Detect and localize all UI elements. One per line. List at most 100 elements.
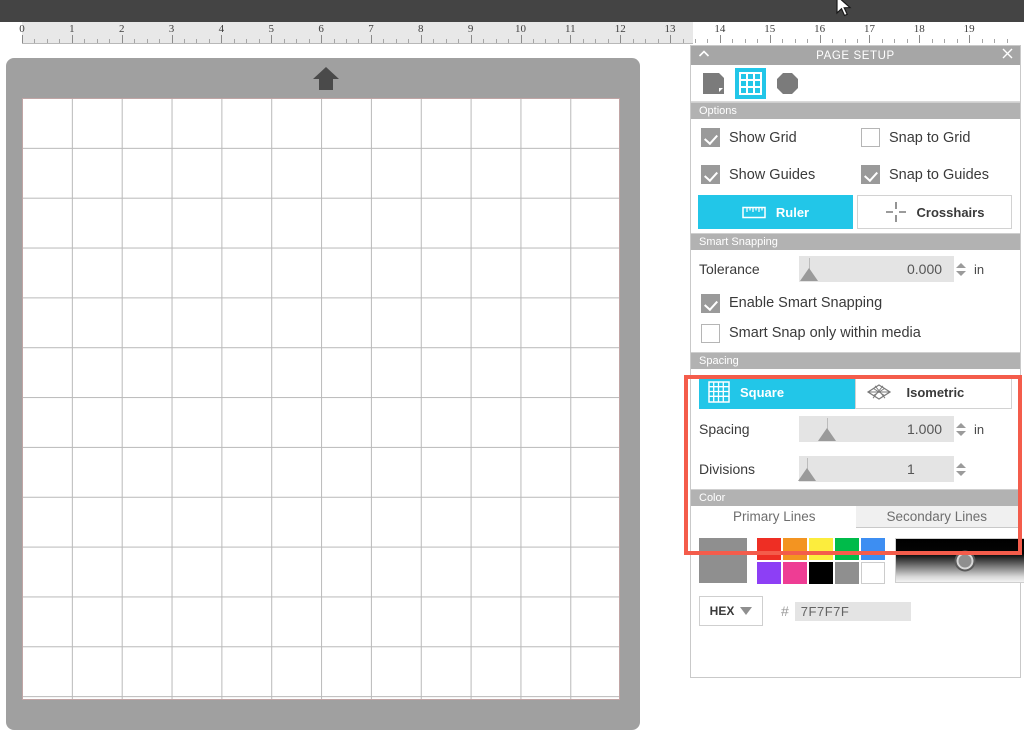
grid-mode-row: Square Isometric — [691, 369, 1020, 409]
ruler-label: 19 — [963, 23, 975, 35]
ruler-label: 11 — [565, 23, 576, 35]
grid-tab[interactable] — [735, 67, 766, 99]
enable-smart-snapping-checkbox[interactable]: Enable Smart Snapping — [701, 293, 882, 313]
color-swatch[interactable] — [757, 562, 781, 584]
up-arrow-icon — [313, 67, 339, 90]
ruler-tick-minor — [906, 39, 908, 43]
tolerance-slider[interactable] — [799, 256, 899, 282]
mouse-pointer-arrow-icon — [836, 0, 852, 17]
color-swatch[interactable] — [783, 538, 807, 560]
tolerance-stepper[interactable] — [954, 256, 968, 282]
divisions-stepper[interactable] — [954, 456, 968, 482]
color-swatch[interactable] — [757, 538, 781, 560]
ruler-tick-minor — [632, 39, 634, 43]
close-icon[interactable] — [1000, 47, 1014, 63]
ruler-tick-minor — [184, 39, 185, 43]
color-gradient-field[interactable] — [895, 538, 1024, 583]
tab-primary-lines[interactable]: Primary Lines — [693, 506, 856, 528]
spacing-label: Spacing — [699, 421, 750, 437]
ruler-label: 14 — [714, 23, 726, 35]
snap-to-guides-checkbox[interactable]: Snap to Guides — [861, 165, 989, 184]
ruler-tick-minor — [196, 39, 198, 43]
chevron-up-icon[interactable] — [697, 48, 711, 62]
smart-snap-only-within-media-checkbox-box[interactable] — [701, 323, 720, 343]
spacing-value[interactable]: 1.000 — [899, 416, 954, 442]
ruler-tick-minor — [84, 39, 86, 43]
divisions-slider[interactable] — [798, 456, 899, 482]
tolerance-value[interactable]: 0.000 — [899, 256, 954, 282]
divisions-value[interactable]: 1 — [899, 456, 954, 482]
smart-snap-media-row: Smart Snap only within media — [691, 318, 1020, 348]
ruler-tick-major — [71, 35, 73, 43]
snap-to-guides-label: Snap to Guides — [889, 166, 989, 183]
page-area[interactable] — [22, 98, 620, 700]
ruler-tick-major — [919, 35, 921, 43]
snap-to-grid-checkbox[interactable]: Snap to Grid — [861, 128, 970, 147]
spacing-stepper[interactable] — [954, 416, 968, 442]
smart-snapping-header-label: Smart Snapping — [699, 236, 778, 248]
color-swatch[interactable] — [809, 562, 833, 584]
color-swatch[interactable] — [861, 538, 885, 560]
color-swatch-grid[interactable] — [757, 538, 885, 584]
smart-snap-only-within-media-label: Smart Snap only within media — [729, 325, 921, 341]
ruler-label: 15 — [764, 23, 776, 35]
ruler-tick-minor — [557, 39, 559, 43]
color-header-label: Color — [699, 492, 726, 504]
tolerance-unit: in — [974, 261, 985, 277]
horizontal-ruler[interactable]: 0 1 2 3 4 5 6 7 8 9 10 11 12 13 14 15 16 17 18 19 — [0, 22, 1024, 44]
spacing-slider-thumb[interactable] — [818, 428, 836, 441]
ruler-tick-minor — [395, 39, 397, 43]
ruler-tick-major — [620, 35, 622, 43]
bleed-tab[interactable] — [772, 67, 803, 99]
ruler-tick-minor — [595, 39, 597, 43]
ruler-tick-minor — [532, 39, 534, 43]
divisions-slider-thumb[interactable] — [798, 468, 816, 481]
panel-title-bar[interactable]: PAGE SETUP — [691, 46, 1020, 65]
ruler-label: 4 — [218, 23, 225, 35]
color-swatch[interactable] — [835, 562, 859, 584]
tab-primary-lines-label: Primary Lines — [732, 509, 816, 524]
canvas-mat[interactable] — [6, 58, 640, 730]
ruler-tick-minor — [283, 39, 285, 43]
hex-value-input[interactable]: 7F7F7F — [794, 601, 911, 621]
tab-secondary-lines[interactable]: Secondary Lines — [855, 506, 1018, 528]
color-swatch[interactable] — [861, 562, 885, 584]
show-grid-label: Show Grid — [729, 129, 797, 146]
tolerance-slider-thumb[interactable] — [800, 268, 818, 281]
color-swatch[interactable] — [809, 538, 833, 560]
smart-snap-only-within-media-checkbox[interactable]: Smart Snap only within media — [701, 323, 921, 343]
show-guides-checkbox[interactable]: Show Guides — [701, 165, 861, 184]
color-section-header: Color — [691, 489, 1020, 506]
color-swatch[interactable] — [783, 562, 807, 584]
snap-to-grid-checkbox-box[interactable] — [861, 128, 880, 147]
ruler-tick-minor — [358, 39, 360, 43]
enable-smart-snapping-checkbox-box[interactable] — [701, 293, 720, 313]
spacing-slider[interactable] — [799, 416, 899, 442]
show-guides-checkbox-box[interactable] — [701, 165, 720, 184]
crosshairs-button[interactable]: Crosshairs — [857, 195, 1012, 229]
panel-tab-strip — [691, 65, 1020, 102]
color-swatch[interactable] — [835, 538, 859, 560]
gradient-cursor[interactable] — [954, 550, 975, 571]
isometric-grid-button[interactable]: Isometric — [855, 375, 1012, 409]
snap-to-guides-checkbox-box[interactable] — [861, 165, 880, 184]
page-tab[interactable] — [698, 67, 729, 99]
square-grid-icon — [708, 381, 730, 403]
ruler-button[interactable]: Ruler — [698, 195, 853, 229]
spacing-header-label: Spacing — [699, 355, 739, 367]
options-header-label: Options — [699, 105, 737, 117]
show-grid-checkbox-box[interactable] — [701, 128, 720, 147]
spacing-unit: in — [974, 421, 985, 437]
ruler-tick-minor — [46, 39, 48, 43]
ruler-label: 1 — [69, 23, 75, 35]
square-grid-button[interactable]: Square — [699, 375, 856, 409]
ruler-tick-minor — [732, 39, 734, 43]
hex-mode-dropdown[interactable]: HEX — [699, 596, 763, 626]
current-color-swatch[interactable] — [699, 538, 747, 583]
ruler-tick-minor — [931, 39, 933, 43]
ruler-tick-major — [670, 35, 672, 43]
show-grid-checkbox[interactable]: Show Grid — [701, 128, 861, 147]
ruler-label: 12 — [614, 23, 626, 35]
ruler-tick-major — [819, 35, 821, 43]
ruler-tick-minor — [296, 39, 298, 43]
